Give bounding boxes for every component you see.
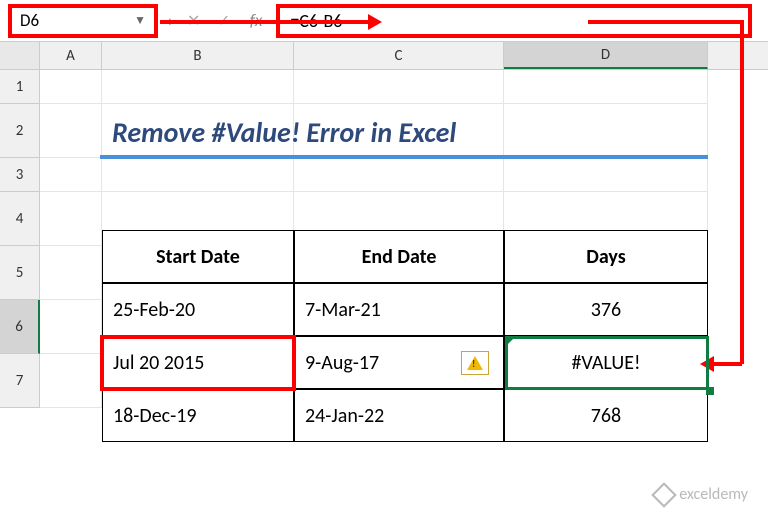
cell-days-3[interactable]: 768 (504, 389, 708, 442)
row-header-5[interactable]: 5 (0, 246, 40, 300)
col-header-B[interactable]: B (102, 42, 294, 69)
annotation-arrow (588, 20, 742, 24)
header-start-date[interactable]: Start Date (102, 230, 294, 283)
fill-handle[interactable] (706, 387, 714, 395)
cell-end-1[interactable]: 7-Mar-21 (294, 283, 504, 336)
data-table: Start Date End Date Days 25-Feb-20 7-Mar… (102, 230, 708, 442)
cell-end-3[interactable]: 24-Jan-22 (294, 389, 504, 442)
chevron-down-icon[interactable]: ▼ (134, 13, 146, 28)
cell-days-1[interactable]: 376 (504, 283, 708, 336)
cell-B3[interactable] (102, 158, 294, 192)
arrowhead-icon (368, 14, 382, 30)
table-header-row: Start Date End Date Days (102, 230, 708, 283)
header-days[interactable]: Days (504, 230, 708, 283)
annotation-arrow (160, 20, 370, 24)
arrowhead-icon (700, 356, 714, 372)
row-header-6[interactable]: 6 (0, 300, 40, 354)
column-headers: A B C D (0, 42, 768, 70)
col-header-C[interactable]: C (294, 42, 504, 69)
cell-D2[interactable] (504, 104, 708, 158)
watermark-icon (651, 482, 676, 507)
error-flag-icon (505, 337, 515, 347)
cell-start-1[interactable]: 25-Feb-20 (102, 283, 294, 336)
cell-C1[interactable] (294, 70, 504, 104)
row-header-1[interactable]: 1 (0, 70, 40, 104)
row-header-7[interactable]: 7 (0, 354, 40, 408)
cell-days-2[interactable]: #VALUE! (504, 336, 708, 389)
table-row: 25-Feb-20 7-Mar-21 376 (102, 283, 708, 336)
cell-D1[interactable] (504, 70, 708, 104)
cell-B1[interactable] (102, 70, 294, 104)
col-header-A[interactable]: A (40, 42, 102, 69)
cell-A5[interactable] (40, 246, 102, 300)
cell-start-3[interactable]: 18-Dec-19 (102, 389, 294, 442)
cell-A3[interactable] (40, 158, 102, 192)
title-underline (100, 155, 708, 159)
cell-D3[interactable] (504, 158, 708, 192)
page-title: Remove #Value! Error in Excel (112, 115, 456, 150)
row-header-2[interactable]: 2 (0, 104, 40, 158)
cell-A1[interactable] (40, 70, 102, 104)
table-row: 18-Dec-19 24-Jan-22 768 (102, 389, 708, 442)
cell-days-2-value: #VALUE! (571, 351, 640, 375)
watermark-text: exceldemy (679, 485, 748, 504)
row-header-3[interactable]: 3 (0, 158, 40, 192)
table-row: Jul 20 2015 9-Aug-17 #VALUE! (102, 336, 708, 389)
row-3: 3 (0, 158, 768, 192)
annotation-arrow (740, 20, 744, 364)
warning-icon[interactable] (461, 351, 489, 375)
header-end-date[interactable]: End Date (294, 230, 504, 283)
row-1: 1 (0, 70, 768, 104)
select-all-corner[interactable] (0, 42, 40, 69)
col-header-D[interactable]: D (504, 42, 708, 69)
row-header-4[interactable]: 4 (0, 192, 40, 246)
name-box-value: D6 (20, 10, 39, 31)
annotation-arrow (712, 362, 742, 366)
watermark: exceldemy (655, 485, 748, 504)
cell-start-2[interactable]: Jul 20 2015 (102, 336, 294, 389)
cell-C3[interactable] (294, 158, 504, 192)
cell-A7[interactable] (40, 354, 102, 408)
name-box[interactable]: D6 ▼ (8, 4, 158, 38)
cell-A4[interactable] (40, 192, 102, 246)
cell-A6[interactable] (40, 300, 102, 354)
cell-A2[interactable] (40, 104, 102, 158)
